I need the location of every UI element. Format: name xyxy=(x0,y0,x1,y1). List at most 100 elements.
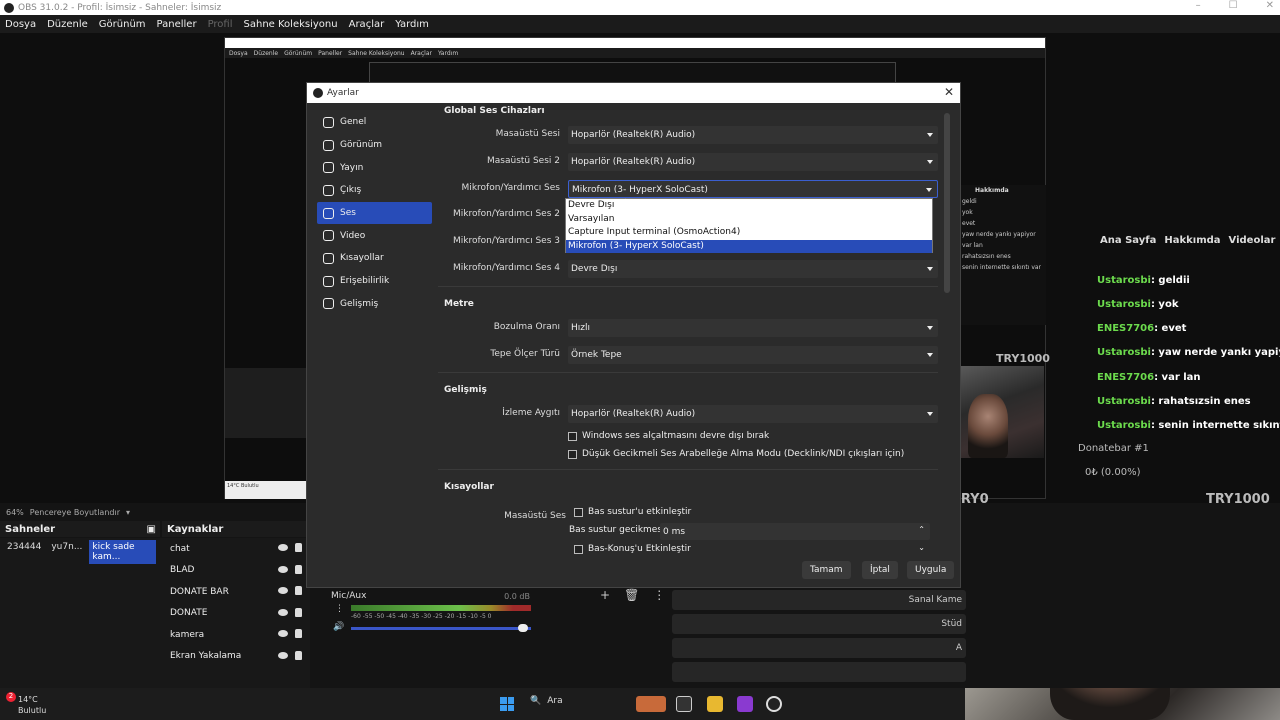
sidebar-item-output[interactable]: Çıkış xyxy=(317,179,432,202)
lock-icon[interactable] xyxy=(295,543,302,552)
wrench-icon xyxy=(323,298,334,310)
eye-icon[interactable] xyxy=(278,630,288,637)
eye-icon[interactable] xyxy=(278,565,288,573)
controls-button[interactable]: Stüd xyxy=(672,614,966,634)
kebab-menu-icon[interactable]: ⋮ xyxy=(653,588,665,602)
push-to-mute-delay-spinner[interactable]: 0 ms ⌃ ⌄ xyxy=(660,523,930,552)
eye-icon[interactable] xyxy=(278,587,288,594)
menu-profile[interactable]: Profil xyxy=(208,19,233,30)
sidebar-item-appearance[interactable]: Görünüm xyxy=(317,134,432,157)
undock-icon[interactable]: ▣ xyxy=(147,524,156,535)
row-label: Mikrofon/Yardımcı Ses 2 xyxy=(452,209,560,219)
eye-icon[interactable] xyxy=(278,608,288,616)
keyboard-icon xyxy=(323,252,334,264)
obs-taskbar-icon[interactable] xyxy=(766,696,782,712)
menu-tools[interactable]: Araçlar xyxy=(349,19,385,30)
controls-button[interactable]: Sanal Kame xyxy=(672,590,966,610)
file-explorer-icon[interactable] xyxy=(707,696,723,712)
eye-icon[interactable] xyxy=(278,651,288,659)
dropdown-option-selected[interactable]: Mikrofon (3- HyperX SoloCast) xyxy=(566,239,932,253)
sidebar-item-audio[interactable]: Ses xyxy=(317,201,432,225)
ok-button[interactable]: Tamam xyxy=(802,561,851,579)
controls-button[interactable]: A xyxy=(672,638,966,658)
source-item[interactable]: DONATE xyxy=(160,603,310,625)
app-icon[interactable] xyxy=(737,696,753,712)
windows-start-icon[interactable] xyxy=(500,697,514,711)
dropdown-option[interactable]: Varsayılan xyxy=(566,213,932,227)
row-label: Masaüstü Sesi xyxy=(495,129,560,139)
close-icon[interactable]: ✕ xyxy=(944,85,954,99)
source-item[interactable]: kamera xyxy=(160,624,310,646)
weather-widget[interactable]: 14°C Bulutlu xyxy=(18,694,46,716)
gear-icon xyxy=(323,116,334,128)
try-label: TRY1000 xyxy=(996,352,1050,365)
stream-chat-overlay: Ana Sayfa Hakkımda Videolar Ustarosbi: g… xyxy=(1078,235,1280,495)
peak-meter-select[interactable]: Örnek Tepe xyxy=(568,346,938,364)
menu-scene-collection[interactable]: Sahne Koleksiyonu xyxy=(244,19,338,30)
apply-button[interactable]: Uygula xyxy=(907,561,955,579)
maximize-button[interactable]: ☐ xyxy=(1229,0,1238,11)
source-item[interactable]: DONATE BAR xyxy=(160,581,310,603)
speaker-icon[interactable]: 🔊 xyxy=(333,622,344,632)
taskbar-search[interactable]: 🔍 Ara xyxy=(530,696,563,706)
menu-file[interactable]: Dosya xyxy=(5,19,36,30)
chat-message: Ustarosbi: senin internette sıkıntı var xyxy=(1097,420,1280,431)
minimize-button[interactable]: – xyxy=(1196,0,1201,11)
push-to-talk-checkbox[interactable]: Bas-Konuş'u Etkinleştir xyxy=(574,544,691,554)
row-label: Masaüstü Ses xyxy=(504,511,566,521)
zoom-mode[interactable]: Pencereye Boyutlandır xyxy=(30,508,120,517)
search-highlight-icon[interactable] xyxy=(636,696,666,712)
zoom-bar: 64% Pencereye Boyutlandır ▾ xyxy=(0,505,160,519)
low-latency-checkbox[interactable]: Düşük Gecikmeli Ses Arabelleğe Alma Modu… xyxy=(568,449,904,459)
dropdown-option[interactable]: Capture Input terminal (OsmoAction4) xyxy=(566,226,932,240)
sidebar-item-stream[interactable]: Yayın xyxy=(317,156,432,179)
mic-audio-4-select[interactable]: Devre Dışı xyxy=(568,260,938,278)
scene-item[interactable]: yu7n... xyxy=(48,540,85,564)
push-to-mute-checkbox[interactable]: Bas sustur'u etkinleştir xyxy=(574,507,691,517)
ducking-checkbox[interactable]: Windows ses alçaltmasını devre dışı bıra… xyxy=(568,431,769,441)
menu-help[interactable]: Yardım xyxy=(395,19,429,30)
menu-edit[interactable]: Düzenle xyxy=(47,19,88,30)
desktop-audio-2-select[interactable]: Hoparlör (Realtek(R) Audio) xyxy=(568,153,938,171)
sidebar-item-hotkeys[interactable]: Kısayollar xyxy=(317,247,432,270)
task-view-icon[interactable] xyxy=(676,696,692,712)
monitor-icon xyxy=(323,230,334,242)
sidebar-item-accessibility[interactable]: Erişebilirlik xyxy=(317,270,432,293)
sidebar-item-advanced[interactable]: Gelişmiş xyxy=(317,293,432,316)
menu-docks[interactable]: Paneller xyxy=(157,19,197,30)
kebab-menu-icon[interactable]: ⋮ xyxy=(335,604,344,614)
controls-button[interactable] xyxy=(672,662,966,682)
lock-icon[interactable] xyxy=(295,586,302,595)
lock-icon[interactable] xyxy=(295,564,302,574)
chevron-down-icon xyxy=(927,267,933,271)
close-window-button[interactable]: ✕ xyxy=(1266,0,1274,11)
monitoring-device-select[interactable]: Hoparlör (Realtek(R) Audio) xyxy=(568,405,938,423)
dropdown-option[interactable]: Devre Dışı xyxy=(566,199,932,213)
lock-icon[interactable] xyxy=(295,629,302,638)
volume-slider[interactable] xyxy=(351,627,531,630)
add-icon[interactable]: + xyxy=(600,588,610,602)
scene-item-active[interactable]: kick sade kam... xyxy=(89,540,156,564)
source-item[interactable]: Ekran Yakalama xyxy=(160,646,310,668)
trash-icon[interactable]: 🗑 xyxy=(624,588,639,602)
decay-rate-select[interactable]: Hızlı xyxy=(568,319,938,337)
lock-icon[interactable] xyxy=(295,650,302,660)
sidebar-item-video[interactable]: Video xyxy=(317,224,432,247)
eye-icon[interactable] xyxy=(278,544,288,551)
content-scrollbar[interactable] xyxy=(944,113,950,293)
cancel-button[interactable]: İptal xyxy=(862,561,898,579)
chat-message: Ustarosbi: geldii xyxy=(1097,275,1190,286)
lock-icon[interactable] xyxy=(295,607,302,617)
chevron-down-icon[interactable]: ▾ xyxy=(126,508,130,517)
scene-item[interactable]: 234444 xyxy=(4,540,44,564)
chevron-down-icon xyxy=(927,353,933,357)
mic-audio-select[interactable]: Mikrofon (3- HyperX SoloCast) xyxy=(568,180,938,198)
spinner-arrows-icon[interactable]: ⌃ ⌄ xyxy=(918,521,925,555)
row-label: Mikrofon/Yardımcı Ses 4 xyxy=(452,263,560,273)
menu-view[interactable]: Görünüm xyxy=(99,19,146,30)
source-item[interactable]: chat xyxy=(160,538,310,560)
source-item[interactable]: BLAD xyxy=(160,560,310,582)
sidebar-item-general[interactable]: Genel xyxy=(317,111,432,134)
desktop-audio-select[interactable]: Hoparlör (Realtek(R) Audio) xyxy=(568,126,938,144)
volume-slider-handle[interactable] xyxy=(518,624,528,632)
